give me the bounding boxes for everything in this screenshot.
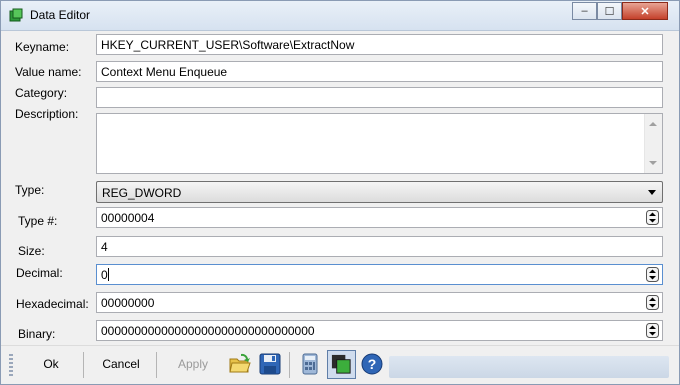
- toolbar-grip-icon[interactable]: [9, 354, 13, 376]
- scroll-up-icon[interactable]: [649, 122, 657, 126]
- type-number-spinner-icon[interactable]: [646, 210, 659, 225]
- hexadecimal-spinner-icon[interactable]: [646, 295, 659, 310]
- scroll-down-icon[interactable]: [649, 161, 657, 165]
- binary-field[interactable]: 00000000000000000000000000000000: [96, 320, 663, 341]
- close-button[interactable]: ✕: [622, 2, 668, 20]
- decimal-label: Decimal:: [16, 266, 63, 280]
- hexadecimal-label: Hexadecimal:: [16, 297, 89, 311]
- minimize-button[interactable]: –: [572, 2, 597, 20]
- folder-open-icon[interactable]: [228, 352, 252, 376]
- binary-value: 00000000000000000000000000000000: [101, 324, 315, 338]
- category-label: Category:: [15, 86, 68, 100]
- decimal-value-text: 0: [101, 268, 108, 282]
- ok-button[interactable]: Ok: [23, 352, 79, 376]
- svg-text:?: ?: [368, 356, 377, 372]
- value-name-label: Value name:: [15, 65, 82, 79]
- chevron-down-icon: [648, 190, 656, 195]
- type-number-label: Type #:: [18, 214, 58, 228]
- description-scrollbar[interactable]: [644, 114, 662, 173]
- maximize-icon: ☐: [604, 5, 615, 18]
- decimal-field[interactable]: 0: [96, 264, 663, 285]
- toolbar-separator: [156, 352, 157, 378]
- toolbar-separator: [83, 352, 84, 378]
- hexadecimal-field[interactable]: 00000000: [96, 292, 663, 313]
- app-icon: [9, 8, 23, 22]
- keyname-label: Keyname:: [15, 40, 70, 54]
- category-field[interactable]: [96, 87, 663, 108]
- save-icon[interactable]: [258, 352, 282, 376]
- size-label: Size:: [18, 244, 45, 258]
- keyname-field[interactable]: HKEY_CURRENT_USER\Software\ExtractNow: [96, 34, 663, 55]
- cancel-button[interactable]: Cancel: [89, 352, 153, 376]
- binary-spinner-icon[interactable]: [646, 323, 659, 338]
- decimal-spinner-icon[interactable]: [646, 267, 659, 282]
- text-caret: [107, 268, 109, 281]
- toolbar-separator: [289, 352, 290, 378]
- minimize-icon: –: [581, 5, 588, 17]
- data-editor-window: Data Editor – ☐ ✕ Keyname: Value name: C…: [0, 0, 680, 385]
- type-number-field[interactable]: 00000004: [96, 207, 663, 228]
- help-icon[interactable]: ?: [360, 352, 384, 376]
- type-select[interactable]: REG_DWORD: [96, 181, 663, 203]
- calculator-icon[interactable]: [298, 352, 322, 376]
- value-name-value: Context Menu Enqueue: [101, 65, 228, 79]
- apply-button[interactable]: Apply: [163, 352, 223, 376]
- description-field[interactable]: [96, 113, 663, 174]
- copy-window-icon: [331, 354, 351, 374]
- close-icon: ✕: [640, 5, 650, 18]
- description-label: Description:: [15, 107, 79, 121]
- toolbar-fill: [389, 356, 669, 378]
- decimal-value: 0: [101, 268, 109, 282]
- copy-window-button[interactable]: [327, 350, 356, 379]
- type-label: Type:: [15, 183, 45, 197]
- size-field[interactable]: 4: [96, 236, 663, 257]
- maximize-button[interactable]: ☐: [597, 2, 622, 20]
- keyname-value: HKEY_CURRENT_USER\Software\ExtractNow: [101, 38, 355, 52]
- title-bar: Data Editor – ☐ ✕: [1, 1, 679, 31]
- value-name-field[interactable]: Context Menu Enqueue: [96, 61, 663, 82]
- type-select-value: REG_DWORD: [102, 186, 182, 200]
- binary-label: Binary:: [18, 327, 56, 341]
- hexadecimal-value: 00000000: [101, 296, 155, 310]
- type-number-value: 00000004: [101, 211, 155, 225]
- bottom-toolbar: Ok Cancel Apply ?: [1, 345, 679, 384]
- size-value: 4: [101, 240, 108, 254]
- window-title: Data Editor: [30, 8, 91, 22]
